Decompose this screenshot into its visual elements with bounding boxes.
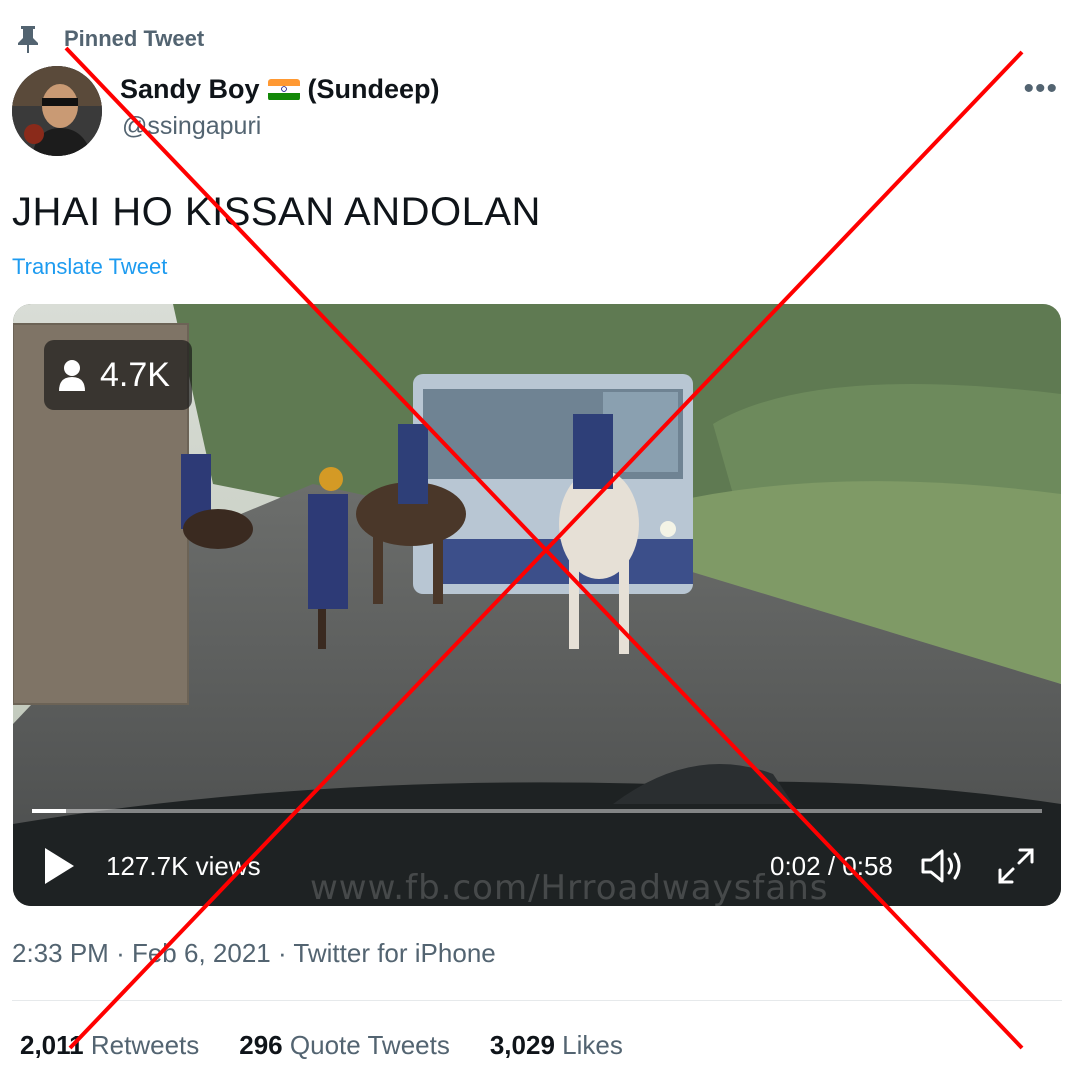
play-icon[interactable] xyxy=(42,846,76,886)
live-viewers-count: 4.7K xyxy=(100,355,170,394)
tweet-text: JHAI HO KISSAN ANDOLAN xyxy=(12,190,541,234)
tweet-source[interactable]: Twitter for iPhone xyxy=(293,938,495,968)
video-watermark: www.fb.com/Hrroadwaysfans xyxy=(310,868,829,908)
divider xyxy=(12,1000,1062,1001)
avatar-photo xyxy=(12,66,102,156)
tweet-stats: 2,011 Retweets 296 Quote Tweets 3,029 Li… xyxy=(20,1030,623,1061)
video-progress-fill xyxy=(32,809,67,813)
meta-separator: · xyxy=(116,938,125,968)
display-name: Sandy Boy xyxy=(120,74,260,104)
likes-stat[interactable]: 3,029 Likes xyxy=(490,1030,623,1061)
more-horizontal-icon[interactable]: ••• xyxy=(1023,72,1058,106)
india-flag-icon xyxy=(267,78,300,101)
tweet-date[interactable]: Feb 6, 2021 xyxy=(132,938,271,968)
author-name[interactable]: Sandy Boy (Sundeep) xyxy=(120,74,440,105)
live-viewers-badge: 4.7K xyxy=(44,340,192,410)
pin-icon xyxy=(18,26,38,53)
display-name-suffix: (Sundeep) xyxy=(307,74,440,104)
retweets-stat[interactable]: 2,011 Retweets xyxy=(20,1030,199,1061)
tweet-meta: 2:33 PM · Feb 6, 2021 · Twitter for iPho… xyxy=(12,938,496,969)
author-handle[interactable]: @ssingapuri xyxy=(122,112,261,141)
pinned-tweet-header: Pinned Tweet xyxy=(14,24,204,54)
pinned-label: Pinned Tweet xyxy=(64,26,205,51)
person-icon xyxy=(59,360,85,391)
meta-separator: · xyxy=(277,938,287,968)
video-progress-bar[interactable] xyxy=(32,809,1042,813)
volume-icon[interactable] xyxy=(920,846,966,886)
avatar[interactable] xyxy=(12,66,102,156)
translate-tweet-link[interactable]: Translate Tweet xyxy=(12,254,167,280)
video-time: 0:02 / 0:58 xyxy=(770,851,893,881)
video-views: 127.7K views xyxy=(106,851,261,881)
tweet-time[interactable]: 2:33 PM xyxy=(12,938,109,968)
quote-tweets-stat[interactable]: 296 Quote Tweets xyxy=(239,1030,450,1061)
fullscreen-icon[interactable] xyxy=(996,846,1036,886)
